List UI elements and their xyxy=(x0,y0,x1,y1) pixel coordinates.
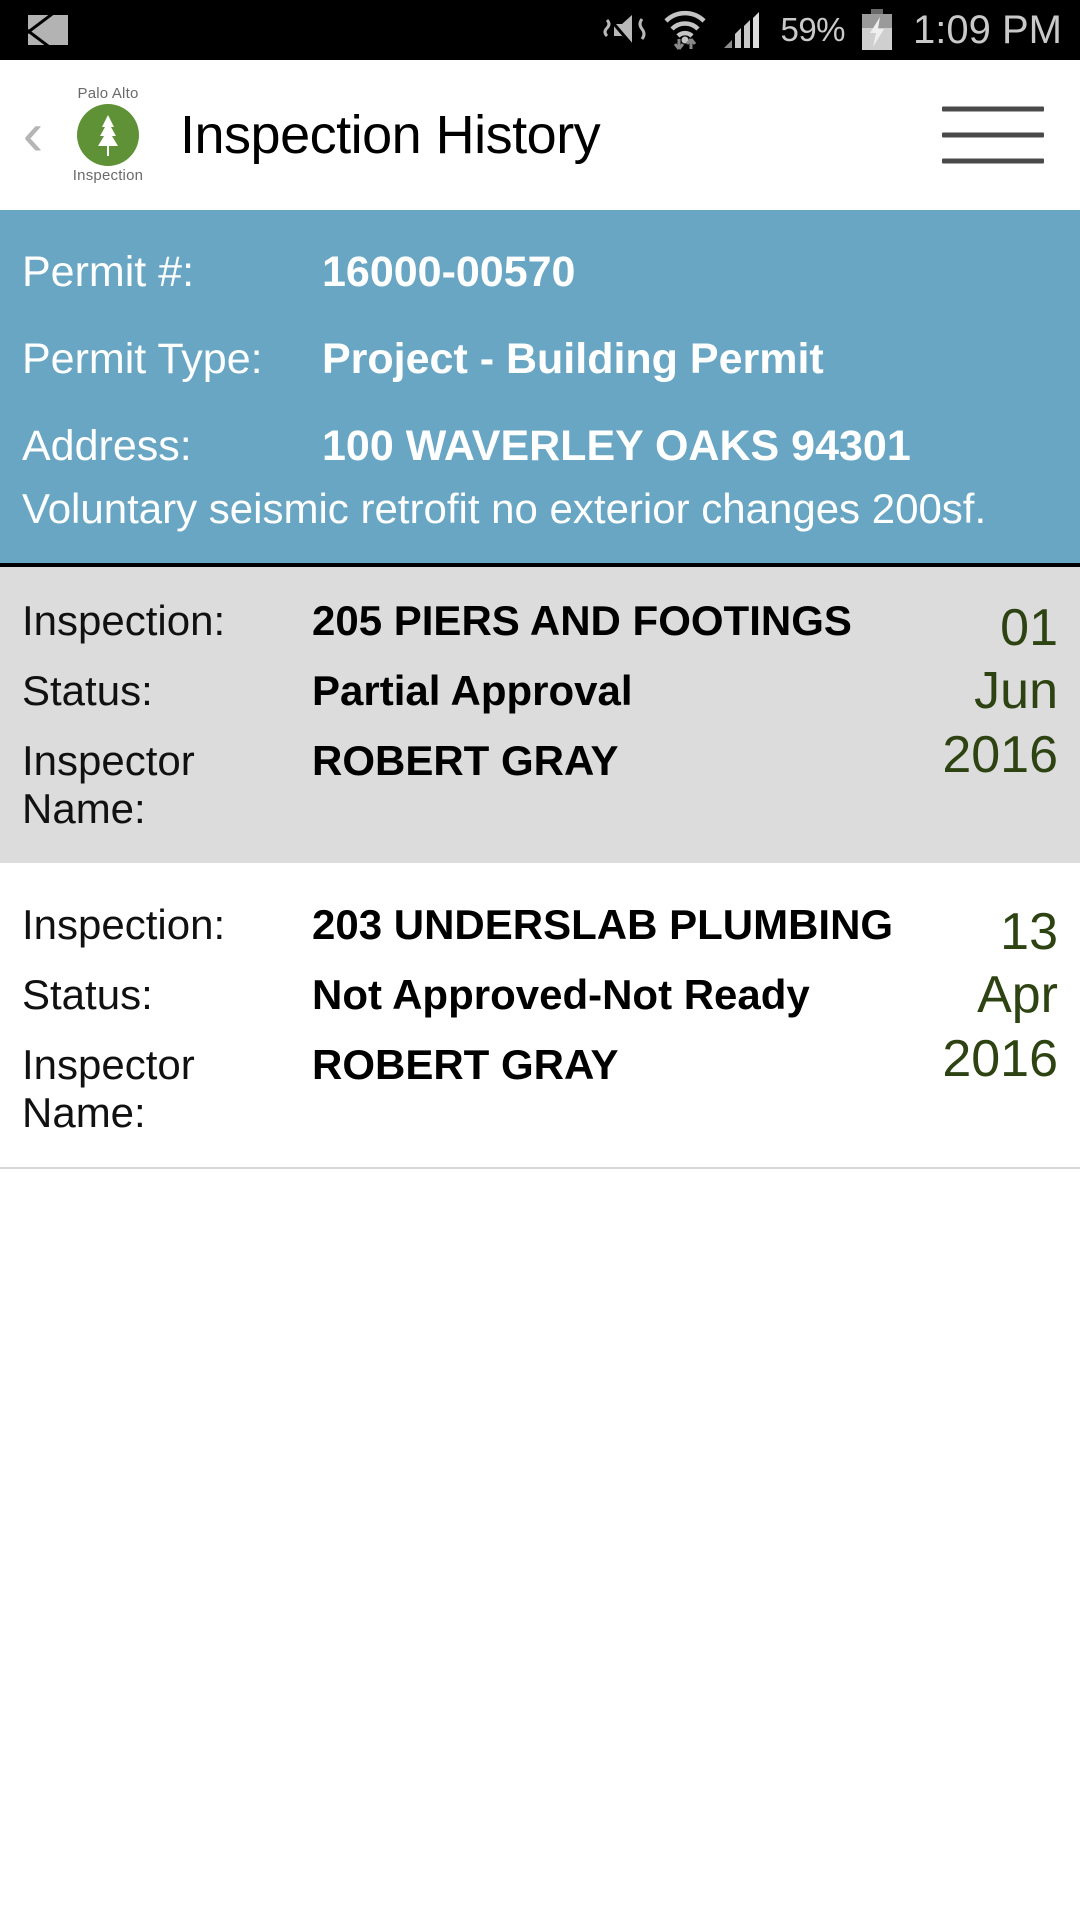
hamburger-bar xyxy=(942,132,1044,138)
battery-percent-label: 59% xyxy=(780,11,846,48)
tree-logo-icon xyxy=(77,104,139,166)
permit-number-label: Permit #: xyxy=(22,248,195,296)
status-value: Partial Approval xyxy=(312,667,633,714)
status-bar-clock: 1:09 PM xyxy=(913,7,1062,52)
inspection-date: 13 Apr 2016 xyxy=(898,901,1058,1137)
inspection-record-row[interactable]: Inspection: 205 PIERS AND FOOTINGS Statu… xyxy=(0,567,1080,863)
inspection-value: 203 UNDERSLAB PLUMBING xyxy=(312,901,894,948)
permit-address-row: Address: 100 WAVERLEY OAKS 94301 xyxy=(22,422,1058,471)
inspector-value: ROBERT GRAY xyxy=(312,1041,619,1088)
envelope-icon xyxy=(28,15,68,45)
inspection-date-year: 2016 xyxy=(942,725,1058,784)
hamburger-bar xyxy=(942,158,1044,164)
permit-type-row: Permit Type: Project - Building Permit xyxy=(22,335,1058,384)
inspection-date: 01 Jun 2016 xyxy=(898,597,1058,833)
status-value: Not Approved-Not Ready xyxy=(312,971,810,1018)
inspection-date-month: Jun xyxy=(974,662,1058,721)
app-header: ‹ Palo Alto Inspection Inspection Histor… xyxy=(0,60,1080,210)
back-button[interactable]: ‹ xyxy=(10,104,56,166)
permit-type-value: Project - Building Permit xyxy=(322,335,824,383)
wifi-icon xyxy=(662,9,708,51)
permit-type-label: Permit Type: xyxy=(22,335,263,383)
inspection-value: 205 PIERS AND FOOTINGS xyxy=(312,597,852,644)
permit-description: Voluntary seismic retrofit no exterior c… xyxy=(22,485,987,532)
inspection-record-row[interactable]: Inspection: 203 UNDERSLAB PLUMBING Statu… xyxy=(0,871,1080,1169)
status-bar-left xyxy=(28,0,68,60)
status-bar-right: 59% 1:09 PM xyxy=(600,0,1062,60)
permit-address-label: Address: xyxy=(22,422,192,470)
page-title: Inspection History xyxy=(180,105,601,165)
inspection-record-details: Inspection: 205 PIERS AND FOOTINGS Statu… xyxy=(22,597,898,833)
inspector-label: Inspector Name: xyxy=(22,1041,195,1136)
permit-number-row: Permit #: 16000-00570 xyxy=(22,248,1058,297)
status-bar: 59% 1:09 PM xyxy=(0,0,1080,60)
inspector-value: ROBERT GRAY xyxy=(312,737,619,784)
logo-top-label: Palo Alto xyxy=(77,84,139,102)
signal-bars-icon xyxy=(722,10,766,50)
hamburger-bar xyxy=(942,106,1044,112)
inspection-date-day: 01 xyxy=(1000,599,1058,657)
inspection-record-details: Inspection: 203 UNDERSLAB PLUMBING Statu… xyxy=(22,901,898,1137)
inspector-name-row: Inspector Name: ROBERT GRAY xyxy=(22,1041,898,1137)
inspection-date-year: 2016 xyxy=(942,1029,1058,1088)
permit-address-value: 100 WAVERLEY OAKS 94301 xyxy=(322,422,911,470)
status-label: Status: xyxy=(22,971,153,1018)
inspection-date-month: Apr xyxy=(977,966,1058,1025)
app-logo: Palo Alto Inspection xyxy=(62,76,154,194)
inspection-label: Inspection: xyxy=(22,597,226,644)
inspector-label: Inspector Name: xyxy=(22,737,195,832)
inspection-label: Inspection: xyxy=(22,901,226,948)
inspection-status-row: Status: Not Approved-Not Ready xyxy=(22,971,898,1019)
hamburger-menu-icon[interactable] xyxy=(942,106,1044,164)
inspection-date-day: 13 xyxy=(1000,903,1058,961)
status-label: Status: xyxy=(22,667,153,714)
inspection-status-row: Status: Partial Approval xyxy=(22,667,898,715)
permit-number-value: 16000-00570 xyxy=(322,248,576,296)
battery-charging-icon xyxy=(859,8,895,52)
logo-bottom-label: Inspection xyxy=(72,167,144,184)
inspector-name-row: Inspector Name: ROBERT GRAY xyxy=(22,737,898,833)
vibrate-mute-icon xyxy=(600,10,648,50)
inspection-type-row: Inspection: 205 PIERS AND FOOTINGS xyxy=(22,597,898,645)
permit-info-panel: Permit #: 16000-00570 Permit Type: Proje… xyxy=(0,210,1080,567)
inspection-type-row: Inspection: 203 UNDERSLAB PLUMBING xyxy=(22,901,898,949)
